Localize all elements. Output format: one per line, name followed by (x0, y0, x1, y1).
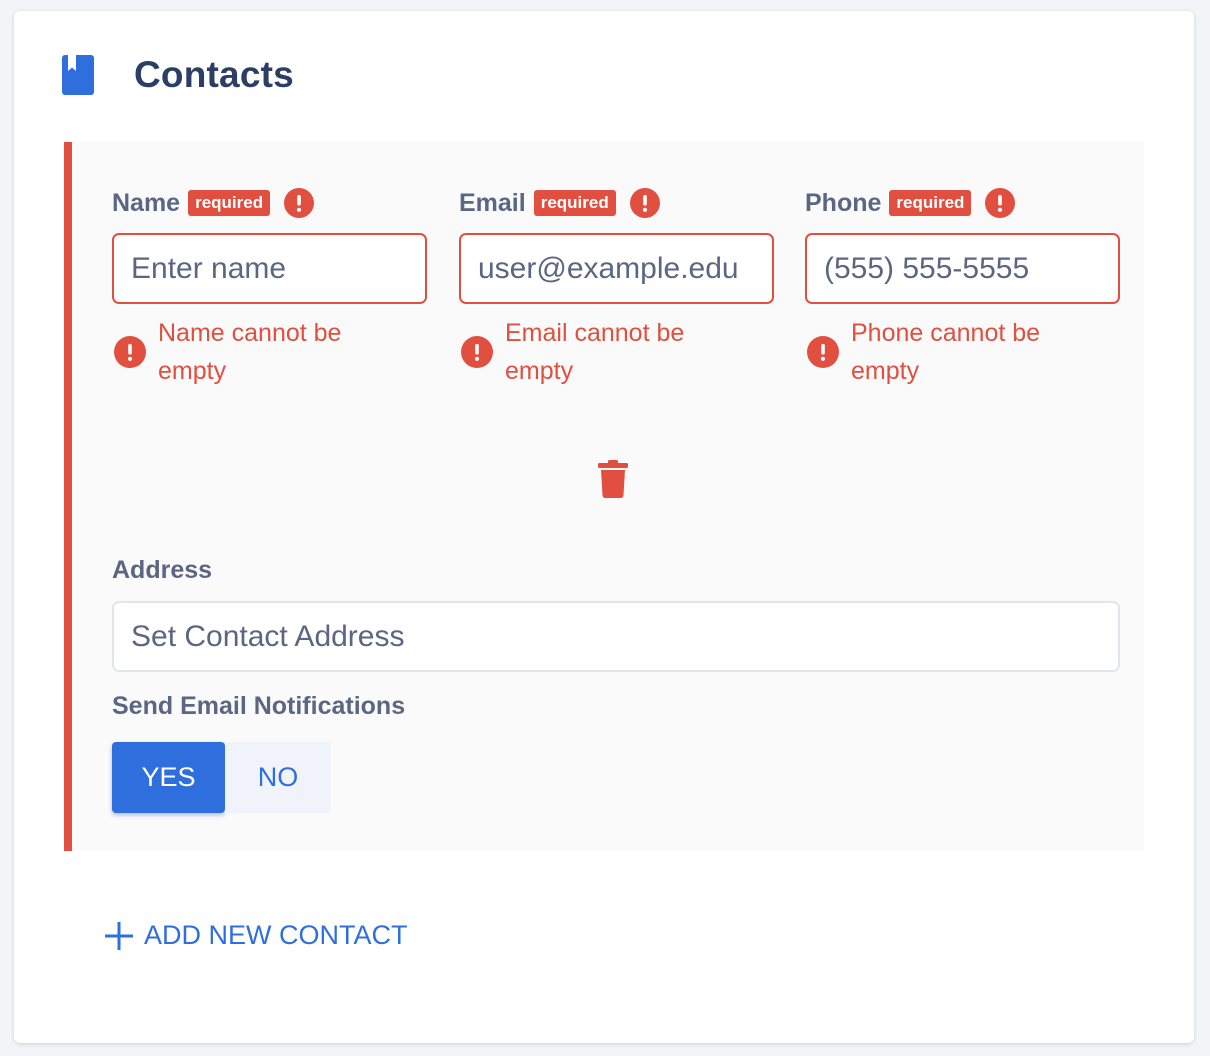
phone-error: Phone cannot be empty (805, 314, 1120, 390)
email-field[interactable] (459, 233, 774, 304)
page-title: Contacts (134, 54, 294, 95)
address-label: Address (112, 556, 213, 584)
email-error-text: Email cannot be empty (505, 319, 685, 385)
name-label: Name (112, 188, 181, 217)
error-icon (114, 336, 146, 368)
required-badge: required (889, 190, 972, 216)
name-error-text: Name cannot be empty (158, 319, 342, 385)
book-icon (62, 55, 94, 95)
phone-label: Phone (805, 188, 882, 217)
error-icon (807, 336, 839, 368)
alert-icon (985, 188, 1016, 218)
error-icon (461, 336, 493, 368)
email-label: Email (459, 188, 526, 217)
email-field-group: Email required Email cannot be empty (459, 187, 774, 390)
notifications-yes-button[interactable]: YES (112, 742, 225, 813)
name-input[interactable] (112, 233, 427, 304)
add-new-contact-label: ADD NEW CONTACT (144, 920, 408, 950)
notifications-no-button[interactable]: NO (225, 742, 331, 813)
address-input[interactable] (112, 601, 1120, 672)
phone-field[interactable] (805, 233, 1120, 304)
phone-field-group: Phone required Phone cannot be empty (805, 187, 1120, 390)
notifications-toggle: YES NO (112, 742, 331, 813)
alert-icon (284, 188, 315, 218)
phone-error-text: Phone cannot be empty (851, 319, 1041, 385)
add-new-contact-button[interactable]: ADD NEW CONTACT (104, 920, 408, 951)
name-field-group: Name required Name cannot be empty (112, 187, 427, 390)
required-badge: required (533, 190, 616, 216)
contact-entry: Name required Name cannot be empty (64, 142, 1144, 851)
trash-icon[interactable] (598, 460, 628, 498)
contacts-card: Contacts Name required Name can (14, 11, 1194, 1043)
name-error: Name cannot be empty (112, 314, 427, 390)
alert-icon (629, 188, 660, 218)
required-badge: required (188, 190, 271, 216)
card-header (62, 55, 94, 95)
email-error: Email cannot be empty (459, 314, 774, 390)
plus-icon (105, 921, 133, 950)
notifications-label: Send Email Notifications (112, 692, 406, 720)
